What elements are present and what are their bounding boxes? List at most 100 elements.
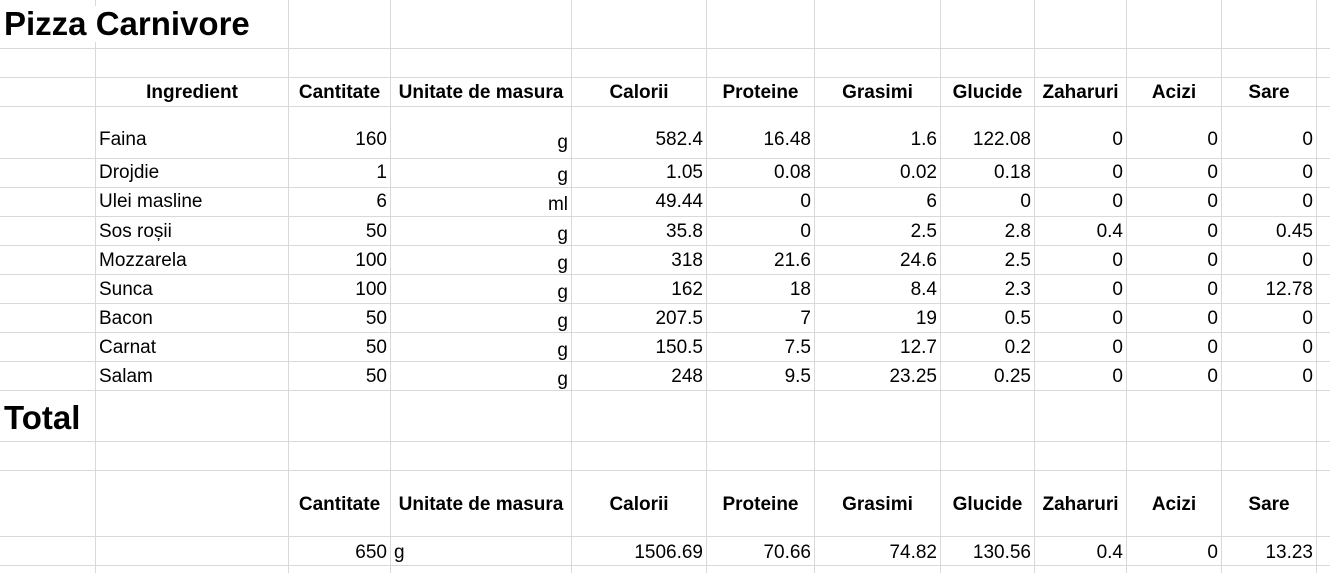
table-cell-unitate[interactable]: g	[391, 166, 571, 186]
table-cell-glucide[interactable]: 0.2	[941, 338, 1034, 358]
table-cell-cantitate[interactable]: 50	[289, 367, 390, 387]
table-cell-proteine[interactable]: 7.5	[707, 338, 814, 358]
table-cell-unitate[interactable]: g	[391, 370, 571, 390]
table-cell-sare[interactable]: 0	[1222, 192, 1316, 212]
table-cell-grasimi[interactable]: 1.6	[815, 130, 940, 150]
table-cell-zaharuri[interactable]: 0	[1035, 280, 1126, 300]
total-cell-unitate[interactable]: g	[391, 543, 571, 563]
table-cell-calorii[interactable]: 582.4	[572, 130, 706, 150]
table-cell-proteine[interactable]: 0.08	[707, 163, 814, 183]
total-header-cell[interactable]: Zaharuri	[1035, 495, 1126, 515]
table-cell-sare[interactable]: 0	[1222, 367, 1316, 387]
table-cell-ingredient[interactable]: Faina	[96, 130, 288, 150]
header-cell[interactable]: Zaharuri	[1035, 83, 1126, 103]
total-header-cell[interactable]: Proteine	[707, 495, 814, 515]
table-cell-grasimi[interactable]: 19	[815, 309, 940, 329]
table-cell-zaharuri[interactable]: 0	[1035, 367, 1126, 387]
table-cell-glucide[interactable]: 0.25	[941, 367, 1034, 387]
table-cell-sare[interactable]: 0	[1222, 163, 1316, 183]
table-cell-sare[interactable]: 0	[1222, 309, 1316, 329]
table-cell-grasimi[interactable]: 0.02	[815, 163, 940, 183]
table-cell-sare[interactable]: 0	[1222, 130, 1316, 150]
table-cell-glucide[interactable]: 122.08	[941, 130, 1034, 150]
total-header-cell[interactable]: Grasimi	[815, 495, 940, 515]
table-cell-zaharuri[interactable]: 0	[1035, 309, 1126, 329]
header-cell[interactable]: Ingredient	[96, 83, 288, 103]
total-cell-calorii[interactable]: 1506.69	[572, 543, 706, 563]
table-cell-calorii[interactable]: 49.44	[572, 192, 706, 212]
table-cell-cantitate[interactable]: 100	[289, 251, 390, 271]
total-cell-cantitate[interactable]: 650	[289, 543, 390, 563]
table-cell-acizi[interactable]: 0	[1127, 338, 1221, 358]
table-cell-calorii[interactable]: 318	[572, 251, 706, 271]
table-cell-grasimi[interactable]: 24.6	[815, 251, 940, 271]
header-cell[interactable]: Calorii	[572, 83, 706, 103]
table-cell-zaharuri[interactable]: 0	[1035, 338, 1126, 358]
table-cell-unitate[interactable]: g	[391, 283, 571, 303]
table-cell-zaharuri[interactable]: 0	[1035, 192, 1126, 212]
table-cell-cantitate[interactable]: 100	[289, 280, 390, 300]
table-cell-proteine[interactable]: 7	[707, 309, 814, 329]
table-cell-calorii[interactable]: 35.8	[572, 222, 706, 242]
header-cell[interactable]: Sare	[1222, 83, 1316, 103]
header-cell[interactable]: Unitate de masura	[391, 83, 571, 103]
table-cell-zaharuri[interactable]: 0	[1035, 130, 1126, 150]
table-cell-unitate[interactable]: g	[391, 225, 571, 245]
table-cell-proteine[interactable]: 9.5	[707, 367, 814, 387]
table-cell-cantitate[interactable]: 160	[289, 130, 390, 150]
table-cell-grasimi[interactable]: 23.25	[815, 367, 940, 387]
table-cell-ingredient[interactable]: Mozzarela	[96, 251, 288, 271]
table-cell-sare[interactable]: 0.45	[1222, 222, 1316, 242]
table-cell-zaharuri[interactable]: 0	[1035, 251, 1126, 271]
total-cell-grasimi[interactable]: 74.82	[815, 543, 940, 563]
total-title[interactable]: Total	[4, 400, 87, 436]
table-cell-sare[interactable]: 12.78	[1222, 280, 1316, 300]
table-cell-cantitate[interactable]: 6	[289, 192, 390, 212]
table-cell-glucide[interactable]: 0.5	[941, 309, 1034, 329]
table-cell-grasimi[interactable]: 12.7	[815, 338, 940, 358]
table-cell-proteine[interactable]: 18	[707, 280, 814, 300]
table-cell-proteine[interactable]: 0	[707, 192, 814, 212]
table-cell-cantitate[interactable]: 1	[289, 163, 390, 183]
table-cell-unitate[interactable]: g	[391, 254, 571, 274]
table-cell-ingredient[interactable]: Salam	[96, 367, 288, 387]
header-cell[interactable]: Grasimi	[815, 83, 940, 103]
total-header-cell[interactable]: Sare	[1222, 495, 1316, 515]
table-cell-acizi[interactable]: 0	[1127, 251, 1221, 271]
table-cell-cantitate[interactable]: 50	[289, 222, 390, 242]
table-cell-acizi[interactable]: 0	[1127, 309, 1221, 329]
total-header-cell[interactable]: Cantitate	[289, 495, 390, 515]
table-cell-grasimi[interactable]: 2.5	[815, 222, 940, 242]
total-header-cell[interactable]: Calorii	[572, 495, 706, 515]
table-cell-glucide[interactable]: 2.5	[941, 251, 1034, 271]
total-cell-zaharuri[interactable]: 0.4	[1035, 543, 1126, 563]
table-cell-unitate[interactable]: g	[391, 341, 571, 361]
total-cell-acizi[interactable]: 0	[1127, 543, 1221, 563]
table-cell-calorii[interactable]: 150.5	[572, 338, 706, 358]
table-cell-zaharuri[interactable]: 0	[1035, 163, 1126, 183]
table-cell-sare[interactable]: 0	[1222, 251, 1316, 271]
table-cell-proteine[interactable]: 0	[707, 222, 814, 242]
total-header-cell[interactable]: Glucide	[941, 495, 1034, 515]
total-cell-proteine[interactable]: 70.66	[707, 543, 814, 563]
table-cell-cantitate[interactable]: 50	[289, 338, 390, 358]
total-header-cell[interactable]: Acizi	[1127, 495, 1221, 515]
table-cell-acizi[interactable]: 0	[1127, 280, 1221, 300]
table-cell-ingredient[interactable]: Sunca	[96, 280, 288, 300]
table-cell-unitate[interactable]: g	[391, 133, 571, 153]
table-cell-proteine[interactable]: 16.48	[707, 130, 814, 150]
table-cell-glucide[interactable]: 0	[941, 192, 1034, 212]
table-cell-grasimi[interactable]: 6	[815, 192, 940, 212]
table-cell-acizi[interactable]: 0	[1127, 130, 1221, 150]
table-cell-glucide[interactable]: 2.8	[941, 222, 1034, 242]
table-cell-ingredient[interactable]: Drojdie	[96, 163, 288, 183]
table-cell-ingredient[interactable]: Ulei masline	[96, 192, 288, 212]
sheet-title[interactable]: Pizza Carnivore	[4, 6, 256, 42]
table-cell-proteine[interactable]: 21.6	[707, 251, 814, 271]
table-cell-acizi[interactable]: 0	[1127, 163, 1221, 183]
table-cell-cantitate[interactable]: 50	[289, 309, 390, 329]
header-cell[interactable]: Cantitate	[289, 83, 390, 103]
header-cell[interactable]: Proteine	[707, 83, 814, 103]
total-header-cell[interactable]: Unitate de masura	[391, 495, 571, 515]
table-cell-calorii[interactable]: 248	[572, 367, 706, 387]
